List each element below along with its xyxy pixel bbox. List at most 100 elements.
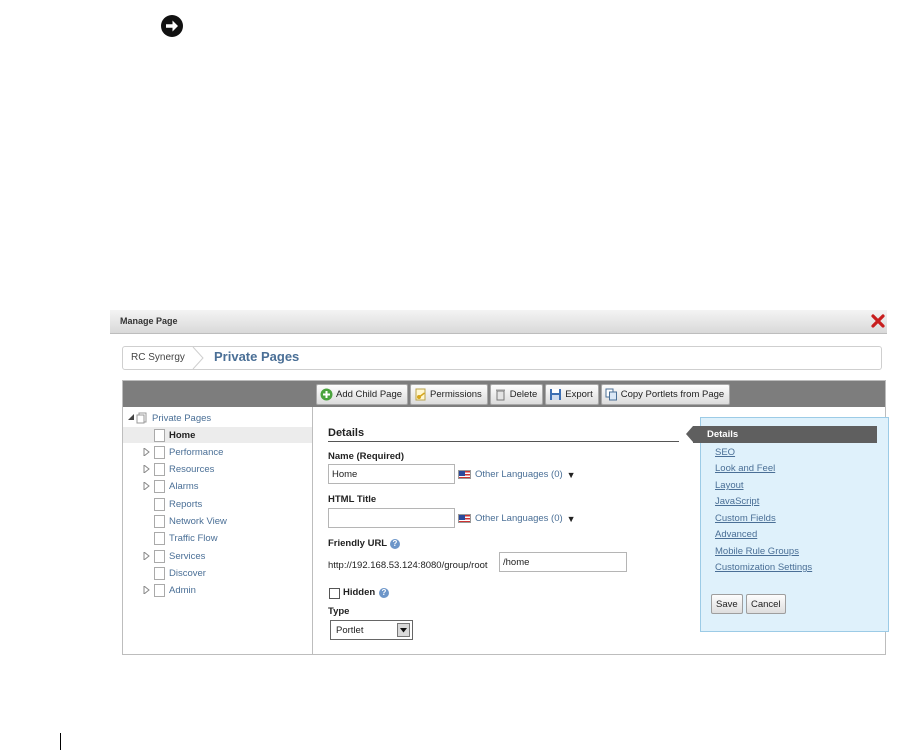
type-select[interactable]: Portlet bbox=[330, 620, 413, 640]
help-icon[interactable]: ? bbox=[390, 539, 400, 549]
tree-item-label: Resources bbox=[169, 463, 215, 475]
page-icon bbox=[154, 480, 165, 493]
nav-link-look-and-feel[interactable]: Look and Feel bbox=[715, 463, 775, 474]
cancel-button[interactable]: Cancel bbox=[746, 594, 786, 614]
friendly-url-label: Friendly URL bbox=[328, 538, 388, 549]
delete-label: Delete bbox=[509, 389, 538, 400]
help-icon[interactable]: ? bbox=[379, 588, 389, 598]
tree-item-label: Network View bbox=[169, 515, 227, 527]
close-icon bbox=[871, 314, 885, 328]
save-icon bbox=[550, 389, 562, 400]
tree-item-traffic-flow[interactable]: Traffic Flow bbox=[123, 530, 312, 546]
other-languages-link: Other Languages (0) bbox=[475, 469, 563, 480]
nav-active-label: Details bbox=[707, 429, 739, 440]
friendly-url-prefix: http://192.168.53.124:8080/group/root bbox=[328, 560, 488, 571]
nav-link-customization-settings[interactable]: Customization Settings bbox=[715, 562, 812, 573]
save-button[interactable]: Save bbox=[711, 594, 743, 614]
tree-item-label: Alarms bbox=[169, 480, 199, 492]
page-icon bbox=[154, 567, 165, 580]
active-pointer-icon bbox=[686, 426, 693, 442]
nav-link-advanced[interactable]: Advanced bbox=[715, 529, 757, 540]
tree-item-label: Home bbox=[169, 429, 196, 441]
tree-item-reports[interactable]: Reports bbox=[123, 496, 312, 512]
html-title-other-languages[interactable]: Other Languages (0) ▼ bbox=[458, 513, 576, 524]
page-icon bbox=[154, 550, 165, 563]
page-icon bbox=[154, 446, 165, 459]
dropdown-arrow-icon: ▼ bbox=[566, 469, 576, 480]
copy-portlets-button[interactable]: Copy Portlets from Page bbox=[600, 384, 731, 405]
arrow-circle-icon bbox=[160, 14, 184, 38]
page-icon bbox=[154, 532, 165, 545]
tree-item-label: Admin bbox=[169, 584, 196, 596]
tree-item-discover[interactable]: Discover bbox=[123, 565, 312, 581]
breadcrumb-separator-icon bbox=[192, 347, 204, 369]
us-flag-icon bbox=[458, 470, 471, 479]
tree-root-label: Private Pages bbox=[152, 412, 212, 424]
tree-item-performance[interactable]: Performance bbox=[123, 444, 312, 460]
copy-portlets-label: Copy Portlets from Page bbox=[620, 389, 725, 400]
nav-link-custom-fields[interactable]: Custom Fields bbox=[715, 513, 776, 524]
expand-triangle-icon bbox=[143, 465, 150, 473]
page-settings-nav: Details SEO Look and Feel Layout JavaScr… bbox=[686, 417, 889, 632]
tree-item-resources[interactable]: Resources bbox=[123, 461, 312, 477]
page-icon bbox=[154, 463, 165, 476]
tree-item-services[interactable]: Services bbox=[123, 548, 312, 564]
tree-item-label: Performance bbox=[169, 446, 224, 458]
type-label: Type bbox=[328, 606, 350, 617]
tree-item-label: Discover bbox=[169, 567, 206, 579]
name-input[interactable] bbox=[328, 464, 455, 484]
export-button[interactable]: Export bbox=[545, 384, 599, 405]
pages-icon bbox=[136, 412, 147, 424]
tree-item-admin[interactable]: Admin bbox=[123, 582, 312, 598]
copy-icon bbox=[605, 388, 617, 401]
name-other-languages[interactable]: Other Languages (0) ▼ bbox=[458, 469, 576, 480]
expand-triangle-icon bbox=[143, 482, 150, 490]
html-title-label: HTML Title bbox=[328, 494, 377, 505]
tree-item-network-view[interactable]: Network View bbox=[123, 513, 312, 529]
add-child-page-label: Add Child Page bbox=[336, 389, 403, 400]
html-title-input[interactable] bbox=[328, 508, 455, 528]
key-icon bbox=[415, 388, 426, 401]
other-languages-link: Other Languages (0) bbox=[475, 513, 563, 524]
details-divider bbox=[328, 441, 679, 442]
page-toolbar: Add Child Page Permissions Delete Export… bbox=[316, 384, 731, 405]
us-flag-icon bbox=[458, 514, 471, 523]
page-editor-panel: Add Child Page Permissions Delete Export… bbox=[122, 380, 889, 655]
nav-link-layout[interactable]: Layout bbox=[715, 480, 744, 491]
permissions-button[interactable]: Permissions bbox=[410, 384, 488, 405]
nav-link-mobile-rule-groups[interactable]: Mobile Rule Groups bbox=[715, 546, 799, 557]
page-footer-rule bbox=[60, 733, 61, 750]
friendly-url-input[interactable] bbox=[499, 552, 627, 572]
breadcrumb-root[interactable]: RC Synergy bbox=[131, 352, 185, 363]
tree-item-home[interactable]: Home bbox=[123, 427, 312, 443]
page-icon bbox=[154, 498, 165, 511]
nav-link-javascript[interactable]: JavaScript bbox=[715, 496, 759, 507]
select-arrow-icon bbox=[397, 623, 410, 637]
tree-root[interactable]: Private Pages bbox=[123, 410, 312, 426]
delete-button[interactable]: Delete bbox=[489, 384, 544, 405]
tree-item-alarms[interactable]: Alarms bbox=[123, 478, 312, 494]
hidden-checkbox[interactable] bbox=[329, 588, 340, 599]
tree-item-label: Reports bbox=[169, 498, 203, 510]
type-select-value: Portlet bbox=[336, 625, 364, 636]
page-icon bbox=[154, 429, 165, 442]
trash-icon bbox=[495, 389, 505, 401]
permissions-label: Permissions bbox=[430, 389, 482, 400]
breadcrumb: RC Synergy Private Pages bbox=[122, 346, 882, 370]
expand-triangle-icon bbox=[143, 586, 150, 594]
window-titlebar: Manage Page bbox=[110, 310, 887, 334]
breadcrumb-current: Private Pages bbox=[214, 349, 300, 364]
nav-item-details[interactable]: Details bbox=[686, 426, 877, 443]
expand-triangle-icon bbox=[143, 448, 150, 456]
export-label: Export bbox=[565, 389, 593, 400]
page-tree: Private Pages Home Performance Resources… bbox=[123, 407, 313, 654]
name-label: Name (Required) bbox=[328, 451, 405, 462]
add-child-page-button[interactable]: Add Child Page bbox=[316, 384, 409, 405]
close-button[interactable] bbox=[870, 313, 886, 329]
nav-link-seo[interactable]: SEO bbox=[715, 447, 735, 458]
manage-page-window: Manage Page RC Synergy Private Pages Add… bbox=[110, 310, 889, 655]
page-icon bbox=[154, 584, 165, 597]
tree-item-label: Traffic Flow bbox=[169, 532, 218, 544]
expand-triangle-icon bbox=[143, 552, 150, 560]
dropdown-arrow-icon: ▼ bbox=[566, 513, 576, 524]
